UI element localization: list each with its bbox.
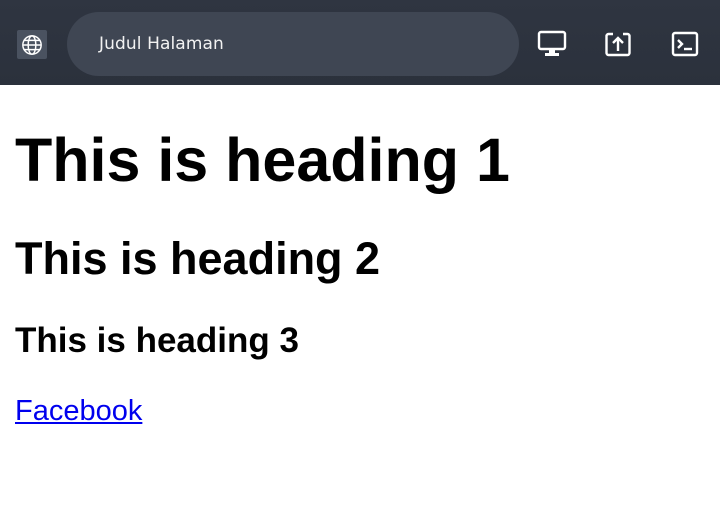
heading-3: This is heading 3 [15,321,299,360]
browser-toolbar: Judul Halaman [0,0,720,85]
page-title-text: Judul Halaman [99,34,224,54]
address-bar[interactable]: Judul Halaman [67,12,519,76]
monitor-icon[interactable] [537,30,567,58]
facebook-link[interactable]: Facebook [15,393,142,429]
open-in-icon[interactable] [604,30,634,58]
heading-2: This is heading 2 [15,233,381,284]
globe-icon[interactable] [17,30,47,59]
heading-1: This is heading 1 [15,126,510,194]
terminal-icon[interactable] [671,30,701,58]
